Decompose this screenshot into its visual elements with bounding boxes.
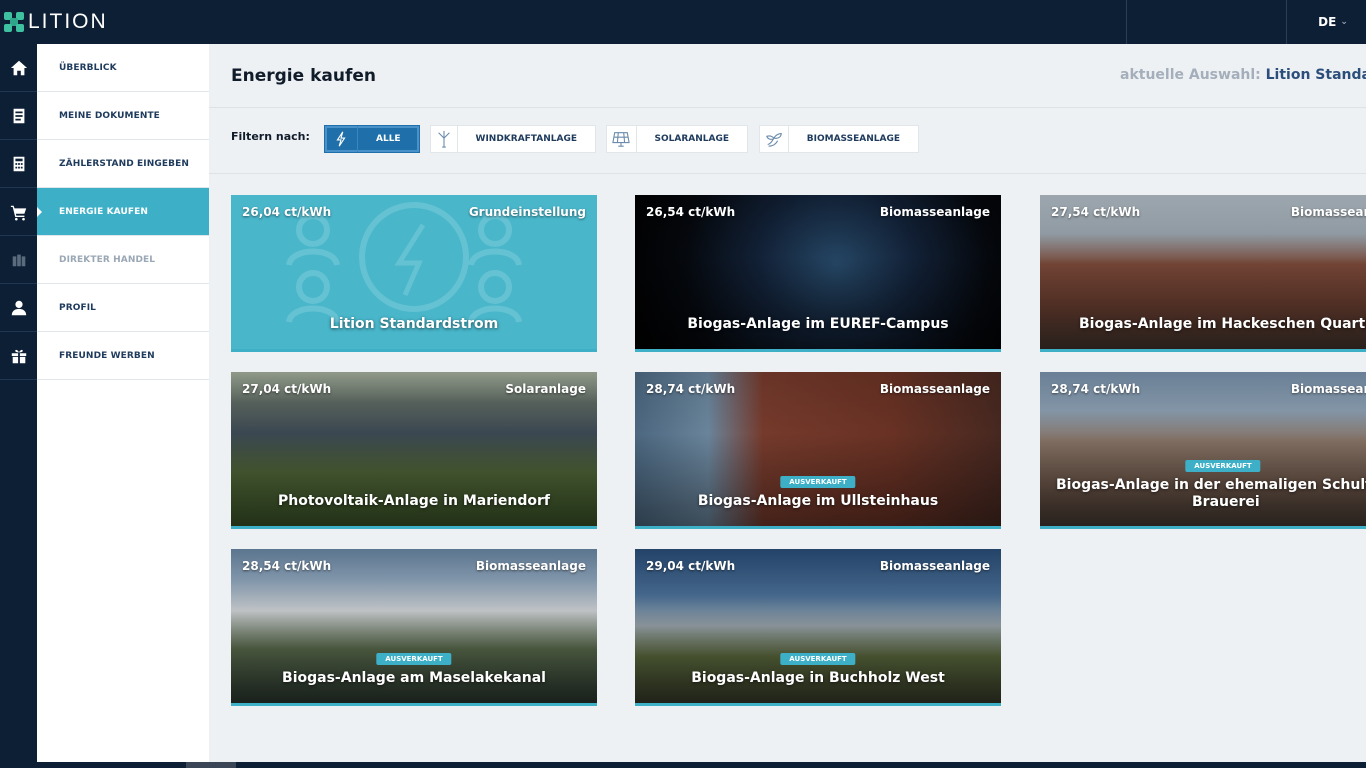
card-price: 28,74 ct/kWh xyxy=(1051,382,1141,396)
card-title: Biogas-Anlage in der ehemaligen Schulthe… xyxy=(1056,477,1366,511)
card-title-line: Biogas-Anlage in der ehemaligen Schulthe… xyxy=(1056,477,1366,493)
card-price: 26,54 ct/kWh xyxy=(646,205,736,219)
document-icon xyxy=(13,108,24,123)
card-title: Biogas-Anlage in Buchholz West xyxy=(691,670,945,686)
card-type: Grundeinstellung xyxy=(468,205,586,219)
selection-label: aktuelle Auswahl: xyxy=(1120,67,1261,83)
card-price: 28,74 ct/kWh xyxy=(646,382,736,396)
plant-card-maselakekanal[interactable]: 28,54 ct/kWh Biomasseanlage AUSVERKAUFT … xyxy=(231,549,597,706)
card-type: Biomasseanlage xyxy=(879,559,990,573)
filter-bar: Filtern nach: ALLE WINDKRAFTANLAGE SOLAR… xyxy=(209,109,1366,174)
card-title: Biogas-Anlage im EUREF-Campus xyxy=(687,316,949,332)
card-type: Biomasseanlage xyxy=(879,205,990,219)
card-price: 29,04 ct/kWh xyxy=(646,559,736,573)
card-price: 27,04 ct/kWh xyxy=(242,382,332,396)
card-title: Biogas-Anlage im Ullsteinhaus xyxy=(697,493,939,509)
card-price: 26,04 ct/kWh xyxy=(242,205,332,219)
card-title: Photovoltaik-Anlage in Mariendorf xyxy=(277,493,550,509)
sidebar-item-profile[interactable]: PROFIL xyxy=(37,284,209,332)
logo-icon xyxy=(4,12,24,32)
sidebar-item-label: FREUNDE WERBEN xyxy=(59,350,155,361)
rail-trade[interactable] xyxy=(0,236,37,284)
trade-icon xyxy=(12,254,25,266)
current-selection: aktuelle Auswahl: Lition Standards xyxy=(1120,67,1366,83)
sidebar-item-meter-reading[interactable]: ZÄHLERSTAND EINGEBEN xyxy=(37,140,209,188)
filter-chip-all[interactable]: ALLE xyxy=(324,125,420,153)
filter-chip-biomass[interactable]: BIOMASSEANLAGE xyxy=(759,125,919,153)
lightning-icon xyxy=(336,131,346,147)
sold-out-badge: AUSVERKAUFT xyxy=(780,476,856,488)
plant-card-schultheiss[interactable]: 28,74 ct/kWh Biomassean AUSVERKAUFT Biog… xyxy=(1040,372,1366,529)
rail-meter[interactable] xyxy=(0,140,37,188)
sidebar-item-overview[interactable]: ÜBERBLICK xyxy=(37,44,209,92)
card-type: Biomasseanlage xyxy=(879,382,990,396)
rail-documents[interactable] xyxy=(0,92,37,140)
plant-card-mariendorf[interactable]: 27,04 ct/kWh Solaranlage Photovoltaik-An… xyxy=(231,372,597,529)
plant-card-standard[interactable]: 26,04 ct/kWh Grundeinstellung Lition Sta… xyxy=(231,195,597,352)
rail-home[interactable] xyxy=(0,44,37,92)
page-title: Energie kaufen xyxy=(231,66,376,86)
filter-chip-label: SOLARANLAGE xyxy=(654,134,730,144)
calculator-icon xyxy=(13,156,24,171)
rail-profile[interactable] xyxy=(0,284,37,332)
card-type: Biomasseanlage xyxy=(475,559,586,573)
rail-cart[interactable] xyxy=(0,188,37,236)
scrollbar-thumb[interactable] xyxy=(186,762,236,768)
logo-text: LITION xyxy=(28,10,108,33)
cart-icon xyxy=(10,205,26,221)
biomass-icon xyxy=(765,133,782,147)
sidebar-item-label: PROFIL xyxy=(59,302,97,313)
sidebar-item-label: MEINE DOKUMENTE xyxy=(59,110,160,121)
solar-panel-icon xyxy=(612,132,630,147)
plant-card-euref[interactable]: 26,54 ct/kWh Biomasseanlage Biogas-Anlag… xyxy=(635,195,1001,352)
card-title-line: Brauerei xyxy=(1192,494,1260,510)
top-bar: LITION DE ⌄ xyxy=(0,0,1366,44)
gift-icon xyxy=(11,349,26,363)
filter-label: Filtern nach: xyxy=(231,130,310,143)
card-type: Solaranlage xyxy=(505,382,586,396)
language-selector[interactable]: DE ⌄ xyxy=(1300,0,1366,44)
user-icon xyxy=(11,300,26,315)
plant-card-hackesches[interactable]: 27,54 ct/kWh Biomassean Biogas-Anlage im… xyxy=(1040,195,1366,352)
sidebar-item-label: DIREKTER HANDEL xyxy=(59,254,156,265)
card-title: Lition Standardstrom xyxy=(329,316,499,332)
sidebar-item-buy-energy[interactable]: ENERGIE KAUFEN xyxy=(37,188,209,236)
chevron-down-icon: ⌄ xyxy=(1340,17,1348,27)
top-divider xyxy=(1126,0,1127,44)
sidebar-item-documents[interactable]: MEINE DOKUMENTE xyxy=(37,92,209,140)
horizontal-scrollbar[interactable] xyxy=(0,762,1366,768)
sold-out-badge: AUSVERKAUFT xyxy=(1185,460,1261,472)
filter-chip-solar[interactable]: SOLARANLAGE xyxy=(606,125,748,153)
filter-chip-label: ALLE xyxy=(376,134,401,144)
card-type: Biomassean xyxy=(1290,205,1366,219)
rail-referral[interactable] xyxy=(0,332,37,380)
sold-out-badge: AUSVERKAUFT xyxy=(376,653,452,665)
plant-card-buchholz[interactable]: 29,04 ct/kWh Biomasseanlage AUSVERKAUFT … xyxy=(635,549,1001,706)
sidebar-item-direct-trade[interactable]: DIREKTER HANDEL xyxy=(37,236,209,284)
card-price: 27,54 ct/kWh xyxy=(1051,205,1141,219)
plant-card-ullsteinhaus[interactable]: 28,74 ct/kWh Biomasseanlage AUSVERKAUFT … xyxy=(635,372,1001,529)
lition-logo[interactable]: LITION xyxy=(4,10,108,34)
sidebar-item-label: ENERGIE KAUFEN xyxy=(59,206,148,217)
filter-chip-wind[interactable]: WINDKRAFTANLAGE xyxy=(430,125,596,153)
home-icon xyxy=(10,60,27,75)
card-type: Biomassean xyxy=(1290,382,1366,396)
sidebar-item-label: ZÄHLERSTAND EINGEBEN xyxy=(59,158,189,169)
sidebar: ÜBERBLICK MEINE DOKUMENTE ZÄHLERSTAND EI… xyxy=(37,44,209,764)
selection-value: Lition Standards xyxy=(1265,67,1366,83)
card-price: 28,54 ct/kWh xyxy=(242,559,332,573)
sold-out-badge: AUSVERKAUFT xyxy=(780,653,856,665)
sidebar-item-label: ÜBERBLICK xyxy=(59,62,117,73)
language-label: DE xyxy=(1318,15,1337,29)
filter-chip-label: BIOMASSEANLAGE xyxy=(806,134,900,144)
top-divider xyxy=(1286,0,1287,44)
card-title: Biogas-Anlage im Hackeschen Quartier xyxy=(1079,316,1366,332)
sidebar-item-refer-friends[interactable]: FREUNDE WERBEN xyxy=(37,332,209,380)
page-header: Energie kaufen aktuelle Auswahl: Lition … xyxy=(209,44,1366,108)
filter-chip-label: WINDKRAFTANLAGE xyxy=(475,134,577,144)
wind-turbine-icon xyxy=(437,130,450,148)
card-title: Biogas-Anlage am Maselakekanal xyxy=(282,670,546,686)
icon-rail xyxy=(0,44,37,764)
